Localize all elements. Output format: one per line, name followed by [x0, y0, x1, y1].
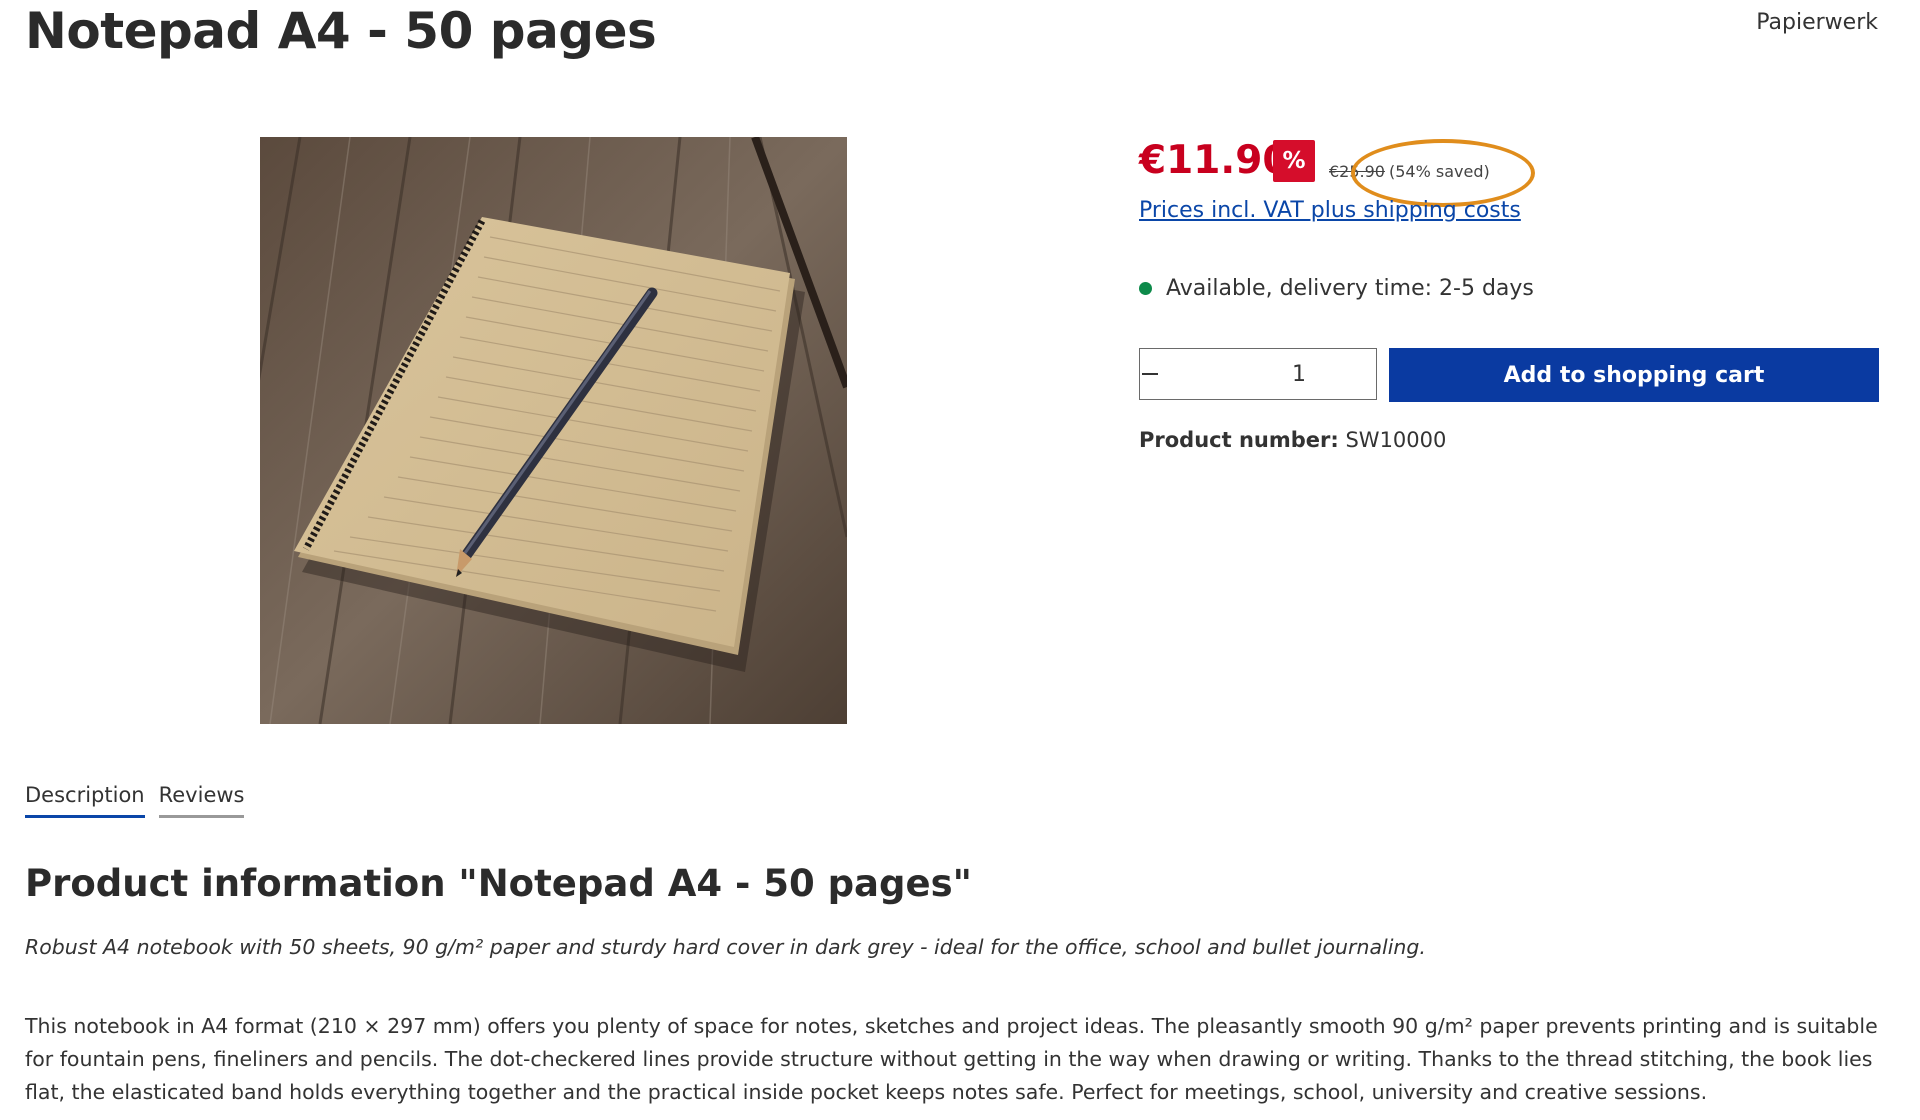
sale-badge: % [1273, 140, 1315, 182]
tab-description[interactable]: Description [25, 783, 145, 818]
product-info-body: This notebook in A4 format (210 × 297 mm… [25, 1014, 1878, 1104]
quantity-decrement-button[interactable] [1140, 349, 1160, 399]
availability-dot-icon [1139, 282, 1152, 295]
product-info-lead: Robust A4 notebook with 50 sheets, 90 g/… [25, 935, 1426, 959]
product-tabs: Description Reviews [25, 783, 258, 818]
manufacturer-name[interactable]: Papierwerk [1756, 10, 1878, 35]
product-title: Notepad A4 - 50 pages [25, 2, 657, 60]
tab-reviews[interactable]: Reviews [158, 783, 245, 818]
vat-shipping-link[interactable]: Prices incl. VAT plus shipping costs [1139, 198, 1521, 223]
quantity-stepper [1139, 348, 1456, 400]
product-number-label: Product number: [1139, 428, 1339, 452]
product-image[interactable] [260, 137, 847, 724]
product-info-heading: Product information "Notepad A4 - 50 pag… [25, 862, 972, 905]
notepad-photo [260, 137, 847, 724]
highlight-annotation [1351, 139, 1535, 207]
product-number: Product number: SW10000 [1139, 428, 1446, 452]
minus-icon [1142, 373, 1158, 375]
delivery-text: Available, delivery time: 2-5 days [1166, 276, 1534, 301]
add-to-cart-button[interactable]: Add to shopping cart [1389, 348, 1879, 402]
delivery-status: Available, delivery time: 2-5 days [1139, 276, 1534, 301]
current-price: €11.90 [1139, 138, 1290, 183]
product-number-value: SW10000 [1345, 428, 1447, 452]
